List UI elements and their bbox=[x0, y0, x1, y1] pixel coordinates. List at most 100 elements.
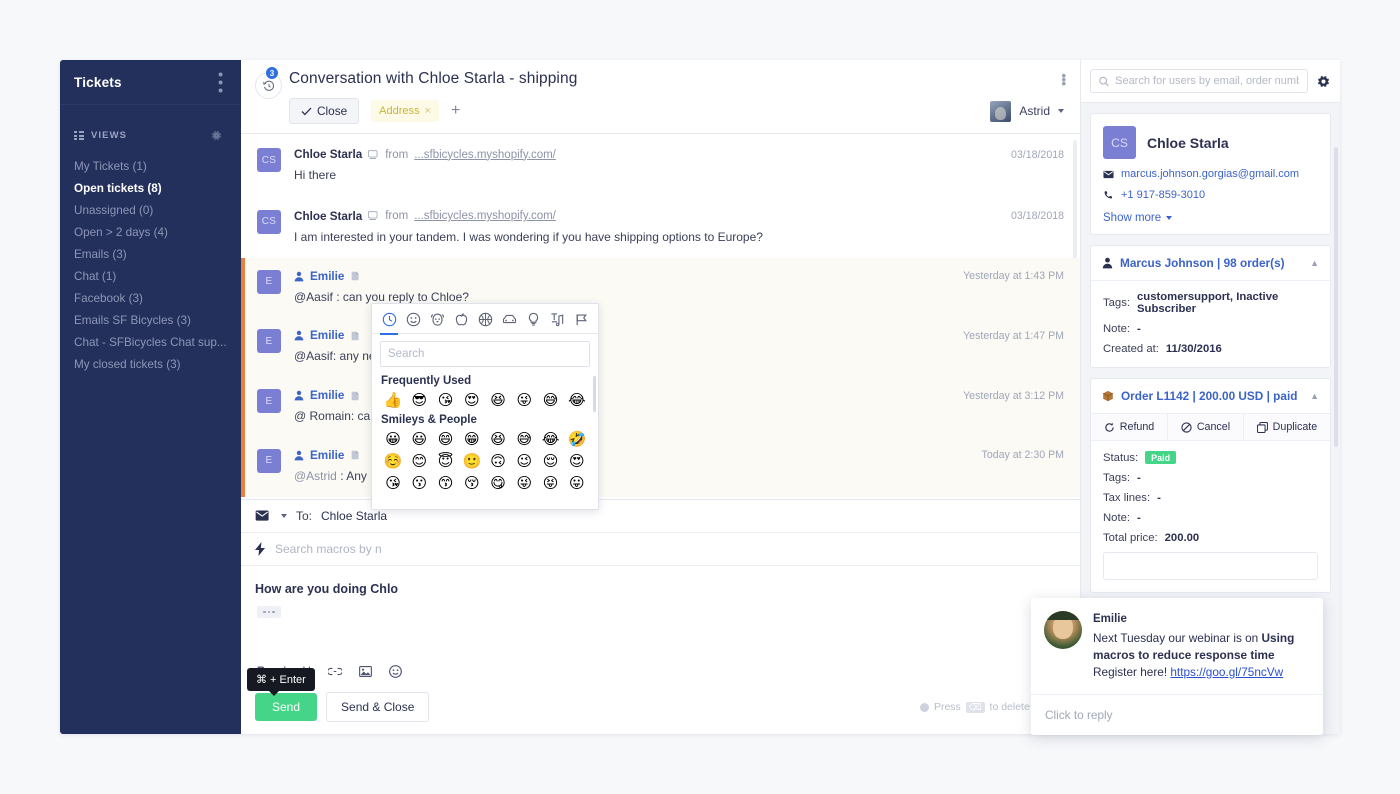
sidebar-item-emails-sf[interactable]: Emails SF Bicycles (3) bbox=[60, 309, 241, 331]
emoji-cell[interactable]: 😘 bbox=[433, 389, 459, 411]
emoji-tab-recent[interactable] bbox=[377, 306, 401, 335]
emoji-cell[interactable]: 😇 bbox=[433, 450, 459, 472]
emoji-cell[interactable]: 😛 bbox=[564, 472, 590, 494]
note-author[interactable]: Emilie bbox=[310, 329, 344, 342]
link-icon[interactable] bbox=[327, 667, 342, 676]
tag-remove-icon[interactable]: × bbox=[425, 105, 431, 117]
send-button[interactable]: Send bbox=[255, 693, 318, 721]
emoji-cell[interactable]: 😌 bbox=[538, 450, 564, 472]
emoji-cell[interactable]: 😁 bbox=[459, 428, 485, 450]
sidebar-item-unassigned[interactable]: Unassigned (0) bbox=[60, 199, 241, 221]
gear-icon[interactable] bbox=[1316, 74, 1331, 89]
emoji-cell[interactable]: 😊 bbox=[406, 450, 432, 472]
chevron-up-icon[interactable]: ▲ bbox=[1310, 391, 1319, 401]
emoji-cell[interactable]: 🙂 bbox=[459, 450, 485, 472]
emoji-cell[interactable]: 😗 bbox=[406, 472, 432, 494]
search-input[interactable] bbox=[1115, 75, 1299, 87]
composer-editor[interactable]: How are you doing Chlo bbox=[241, 566, 1080, 662]
emoji-cell[interactable]: 👍 bbox=[380, 389, 406, 411]
emoji-cell[interactable]: 😆 bbox=[485, 389, 511, 411]
emoji-cell[interactable]: 😃 bbox=[406, 428, 432, 450]
emoji-cell[interactable]: 😂 bbox=[538, 428, 564, 450]
emoji-cell[interactable]: 😘 bbox=[380, 472, 406, 494]
emoji-cell[interactable]: 😚 bbox=[459, 472, 485, 494]
cancel-button[interactable]: Cancel bbox=[1168, 414, 1244, 440]
source-link-text[interactable]: ...sfbicycles.myshopify.com/ bbox=[414, 210, 556, 222]
emoji-cell[interactable]: 😄 bbox=[433, 428, 459, 450]
channel-chevron-down-icon[interactable] bbox=[281, 514, 287, 518]
emoji-cell[interactable]: 😙 bbox=[433, 472, 459, 494]
sidebar-item-open-2-days[interactable]: Open > 2 days (4) bbox=[60, 221, 241, 243]
emoji-cell[interactable]: 😉 bbox=[511, 450, 537, 472]
emoji-cell[interactable]: 🤣 bbox=[564, 428, 590, 450]
customer-email[interactable]: marcus.johnson.gorgias@gmail.com bbox=[1121, 168, 1299, 180]
show-more-button[interactable]: Show more bbox=[1103, 212, 1318, 224]
emoji-tab-activity[interactable] bbox=[473, 306, 497, 334]
emoji-scroll-area[interactable]: Frequently Used 👍 😎 😘 😍 😆 😜 😅 😂 Smileys … bbox=[372, 372, 598, 509]
sidebar-item-facebook[interactable]: Facebook (3) bbox=[60, 287, 241, 309]
message-source-link[interactable]: ...sfbicycles.myshopify.com/ bbox=[414, 149, 556, 161]
emoji-cell[interactable]: 😍 bbox=[564, 450, 590, 472]
sidebar-item-open-tickets[interactable]: Open tickets (8) bbox=[60, 177, 241, 199]
expand-quote-button[interactable] bbox=[257, 606, 281, 618]
emoji-scrollbar[interactable] bbox=[593, 376, 596, 412]
emoji-cell[interactable]: 😜 bbox=[511, 389, 537, 411]
source-link-text[interactable]: ...sfbicycles.myshopify.com/ bbox=[414, 149, 556, 161]
sidebar-item-emails[interactable]: Emails (3) bbox=[60, 243, 241, 265]
duplicate-button[interactable]: Duplicate bbox=[1243, 414, 1330, 440]
emoji-cell[interactable]: 😋 bbox=[485, 472, 511, 494]
conversation-more-icon[interactable]: • • • bbox=[1061, 69, 1066, 90]
add-tag-button[interactable]: + bbox=[451, 103, 460, 119]
emoji-tab-food[interactable] bbox=[449, 306, 473, 334]
notification-toast[interactable]: Emilie Next Tuesday our webinar is on Us… bbox=[1031, 598, 1323, 735]
image-icon[interactable] bbox=[358, 666, 372, 677]
note-author[interactable]: Emilie bbox=[310, 389, 344, 402]
profile-card-header[interactable]: Marcus Johnson | 98 order(s) ▲ bbox=[1091, 246, 1330, 281]
composer-to-value[interactable]: Chloe Starla bbox=[321, 509, 387, 523]
views-settings-icon[interactable] bbox=[210, 129, 223, 142]
emoji-tab-travel[interactable] bbox=[497, 306, 521, 334]
sidebar-more-icon[interactable]: • • • bbox=[218, 67, 223, 97]
order-card-header[interactable]: Order L1142 | 200.00 USD | paid ▲ bbox=[1091, 379, 1330, 414]
send-and-close-button[interactable]: Send & Close bbox=[326, 692, 430, 722]
tag-address[interactable]: Address × bbox=[371, 100, 439, 122]
agent-selector[interactable]: Astrid bbox=[990, 100, 1064, 122]
refund-button[interactable]: Refund bbox=[1091, 414, 1169, 440]
emoji-cell[interactable]: 😅 bbox=[538, 389, 564, 411]
emoji-cell[interactable]: 😜 bbox=[511, 472, 537, 494]
emoji-cell[interactable]: 😂 bbox=[564, 389, 590, 411]
message-list[interactable]: CS Chloe Starla from ...sfbicycles.mysho… bbox=[241, 134, 1080, 499]
emoji-search-input[interactable] bbox=[380, 341, 590, 367]
note-author[interactable]: Emilie bbox=[310, 449, 344, 462]
emoji-cell[interactable]: ☺️ bbox=[380, 450, 406, 472]
email-channel-icon[interactable] bbox=[255, 510, 272, 522]
emoji-cell[interactable]: 😝 bbox=[538, 472, 564, 494]
sidebar-item-my-closed[interactable]: My closed tickets (3) bbox=[60, 353, 241, 375]
emoji-tab-symbols[interactable] bbox=[545, 306, 569, 334]
emoji-cell[interactable]: 😎 bbox=[406, 389, 432, 411]
emoji-tab-objects[interactable] bbox=[521, 306, 545, 334]
emoji-tab-smileys[interactable] bbox=[401, 306, 425, 334]
emoji-tab-flags[interactable] bbox=[569, 306, 593, 334]
sidebar-item-chat[interactable]: Chat (1) bbox=[60, 265, 241, 287]
emoji-cell[interactable]: 😅 bbox=[511, 428, 537, 450]
emoji-picker[interactable]: Frequently Used 👍 😎 😘 😍 😆 😜 😅 😂 Smileys … bbox=[371, 303, 599, 510]
emoji-icon[interactable] bbox=[388, 665, 402, 678]
emoji-grid-smileys[interactable]: 😀 😃 😄 😁 😆 😅 😂 🤣 ☺️ 😊 😇 🙂 🙃 😉 😌 😍 😘 😗 😙 😚… bbox=[380, 428, 590, 494]
macro-search-input[interactable]: Search macros by n bbox=[275, 542, 382, 556]
emoji-cell[interactable]: 😍 bbox=[459, 389, 485, 411]
sidebar-item-my-tickets[interactable]: My Tickets (1) bbox=[60, 155, 241, 177]
toast-link[interactable]: https://goo.gl/75ncVw bbox=[1170, 665, 1283, 679]
emoji-cell[interactable]: 🙃 bbox=[485, 450, 511, 472]
emoji-grid-frequent[interactable]: 👍 😎 😘 😍 😆 😜 😅 😂 bbox=[380, 389, 590, 411]
emoji-cell[interactable]: 😀 bbox=[380, 428, 406, 450]
close-button[interactable]: Close bbox=[289, 98, 360, 124]
customer-panel-scrollbar[interactable] bbox=[1334, 147, 1338, 447]
message-source-link[interactable]: ...sfbicycles.myshopify.com/ bbox=[414, 210, 556, 222]
note-author[interactable]: Emilie bbox=[310, 270, 344, 283]
sidebar-item-chat-sfbicycles[interactable]: Chat - SFBicycles Chat sup... bbox=[60, 331, 241, 353]
chevron-up-icon[interactable]: ▲ bbox=[1310, 258, 1319, 268]
emoji-tab-animals[interactable] bbox=[425, 306, 449, 334]
toast-reply-input[interactable]: Click to reply bbox=[1031, 693, 1323, 735]
emoji-cell[interactable]: 😆 bbox=[485, 428, 511, 450]
